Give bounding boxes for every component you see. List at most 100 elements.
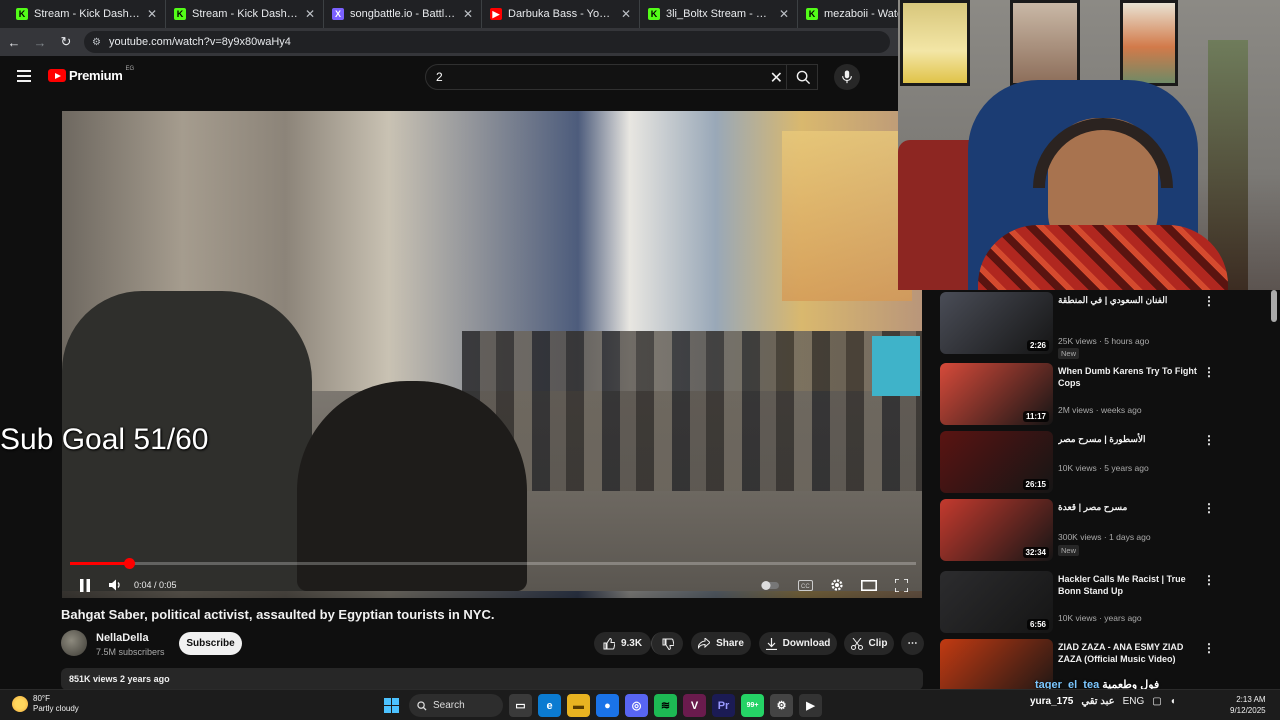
system-clock[interactable]: 2:13 AM 9/12/2025	[1230, 694, 1266, 716]
task-view-icon[interactable]: ▭	[509, 694, 532, 717]
download-button[interactable]: Download	[759, 632, 837, 655]
close-tab-icon[interactable]: ✕	[147, 7, 157, 21]
more-vertical-icon[interactable]: ⋮	[1203, 501, 1215, 515]
pause-button[interactable]	[76, 575, 94, 595]
recommendation-item[interactable]: 6:56 Hackler Calls Me Racist | True Bonn…	[940, 571, 1270, 635]
chrome-icon[interactable]: ●	[596, 694, 619, 717]
wall-poster	[900, 0, 970, 86]
youtube-icon: ▶	[490, 8, 502, 20]
discord-icon[interactable]: ◎	[625, 694, 648, 717]
theater-mode-button[interactable]	[860, 575, 878, 595]
video-thumbnail[interactable]: 32:34	[940, 499, 1053, 561]
taskbar-search[interactable]: Search	[409, 694, 503, 717]
like-button[interactable]: 9.3K	[594, 632, 651, 655]
streaming-app-icon[interactable]: V	[683, 694, 706, 717]
recommendation-title[interactable]: Hackler Calls Me Racist | True Bonn Stan…	[1058, 573, 1206, 597]
video-thumbnail[interactable]: 6:56	[940, 571, 1053, 633]
clear-search-icon[interactable]: ✕	[770, 68, 783, 88]
video-description-box[interactable]: 851K views 2 years ago	[61, 668, 923, 690]
recommendation-title[interactable]: الفنان السعودي | في المنطقة	[1058, 294, 1206, 306]
language-indicator[interactable]: ENG	[1123, 696, 1145, 707]
menu-icon[interactable]	[17, 70, 31, 82]
captions-button[interactable]: CC	[796, 575, 814, 595]
kick-icon: K	[174, 8, 186, 20]
whatsapp-icon[interactable]: 99+	[741, 694, 764, 717]
recommendation-item[interactable]: 26:15 الأسطورة | مسرح مصر 10K views · 5 …	[940, 431, 1270, 495]
thumbs-down-icon	[662, 638, 674, 650]
weather-widget[interactable]: 80°F Partly cloudy	[12, 694, 79, 714]
sidebar-scrollbar[interactable]	[1271, 290, 1277, 322]
more-vertical-icon[interactable]: ⋮	[1203, 573, 1215, 587]
recommendation-title[interactable]: ZIAD ZAZA - ANA ESMY ZIAD ZAZA (Official…	[1058, 641, 1206, 665]
sub-goal-overlay: Sub Goal 51/60	[0, 423, 209, 456]
video-player[interactable]: 0:04 / 0:05 CC	[62, 111, 922, 598]
settings-button[interactable]	[828, 575, 846, 595]
settings-app-icon[interactable]: ⚙	[770, 694, 793, 717]
browser-tab[interactable]: K Stream - Kick Dashboard ✕	[8, 0, 166, 28]
search-button[interactable]	[786, 64, 820, 90]
more-actions-button[interactable]: ⋯	[901, 632, 924, 655]
network-icon[interactable]: ▢	[1152, 696, 1161, 707]
youtube-logo[interactable]: Premium EG	[48, 66, 134, 83]
pause-icon	[80, 578, 90, 592]
share-button[interactable]: Share	[691, 632, 751, 655]
player-controls: 0:04 / 0:05 CC	[62, 572, 922, 598]
windows-start-icon[interactable]	[380, 694, 403, 717]
autoplay-toggle[interactable]	[760, 575, 780, 595]
subscribe-button[interactable]: Subscribe	[179, 632, 242, 655]
download-label: Download	[782, 638, 831, 649]
premiere-icon[interactable]: Pr	[712, 694, 735, 717]
volume-button[interactable]	[106, 575, 124, 595]
wall-poster	[1010, 0, 1080, 86]
recommendation-item[interactable]: 2:26 الفنان السعودي | في المنطقة 25K vie…	[940, 292, 1270, 359]
reload-icon[interactable]: ↻	[58, 34, 74, 50]
volume-tray-icon[interactable]: ◖	[1170, 696, 1176, 707]
progress-bar[interactable]	[70, 558, 916, 569]
close-tab-icon[interactable]: ✕	[305, 7, 315, 21]
screen: K Stream - Kick Dashboard ✕ K Stream - K…	[0, 0, 1280, 720]
video-thumbnail[interactable]: 26:15	[940, 431, 1053, 493]
browser-tab[interactable]: X songbattle.io - Battle Songs ag ✕	[324, 0, 482, 28]
video-thumbnail[interactable]: 11:17	[940, 363, 1053, 425]
more-vertical-icon[interactable]: ⋮	[1203, 641, 1215, 655]
clock-time: 2:13 AM	[1236, 695, 1266, 704]
edge-icon[interactable]: e	[538, 694, 561, 717]
dislike-button[interactable]	[651, 632, 683, 655]
close-tab-icon[interactable]: ✕	[779, 7, 789, 21]
channel-avatar[interactable]	[61, 630, 87, 656]
share-label: Share	[716, 638, 744, 649]
recommendation-item[interactable]: 32:34 مسرح مصر | قعدة 300K views · 1 day…	[940, 499, 1270, 563]
site-info-icon[interactable]: ⚙	[92, 37, 101, 48]
browser-tab[interactable]: K Stream - Kick Dashboard ✕	[166, 0, 324, 28]
video-thumbnail[interactable]: 2:26	[940, 292, 1053, 354]
file-explorer-icon[interactable]: ▬	[567, 694, 590, 717]
more-vertical-icon[interactable]: ⋮	[1203, 365, 1215, 379]
browser-tab[interactable]: K mezaboii - Watc	[798, 0, 898, 28]
recommendation-item[interactable]: 11:17 When Dumb Karens Try To Fight Cops…	[940, 363, 1270, 427]
youtube-icon	[48, 69, 66, 82]
clip-button[interactable]: Clip	[844, 632, 894, 655]
forward-icon[interactable]: →	[32, 34, 48, 50]
more-horizontal-icon: ⋯	[907, 638, 918, 649]
video-frame-crowd	[462, 331, 922, 491]
voice-search-button[interactable]	[834, 64, 860, 90]
subscriber-count: 7.5M subscribers	[96, 647, 165, 657]
browser-tab[interactable]: K 3li_Boltx Stream - Watch Live o ✕	[640, 0, 798, 28]
more-vertical-icon[interactable]: ⋮	[1203, 433, 1215, 447]
recommendation-title[interactable]: مسرح مصر | قعدة	[1058, 501, 1206, 513]
channel-name[interactable]: NellaDella	[96, 632, 149, 644]
more-vertical-icon[interactable]: ⋮	[1203, 294, 1215, 308]
close-tab-icon[interactable]: ✕	[621, 7, 631, 21]
recommendations-list: 2:26 الفنان السعودي | في المنطقة 25K vie…	[940, 290, 1280, 690]
media-player-icon[interactable]: ▶	[799, 694, 822, 717]
browser-tab[interactable]: ▶ Darbuka Bass - YouTube ✕	[482, 0, 640, 28]
close-tab-icon[interactable]: ✕	[463, 7, 473, 21]
youtube-header: Premium EG 2 ✕	[0, 56, 898, 98]
spotify-icon[interactable]: ≋	[654, 694, 677, 717]
recommendation-title[interactable]: When Dumb Karens Try To Fight Cops	[1058, 365, 1206, 389]
back-icon[interactable]: ←	[6, 34, 22, 50]
recommendation-title[interactable]: الأسطورة | مسرح مصر	[1058, 433, 1206, 445]
omnibox[interactable]: ⚙ youtube.com/watch?v=8y9x80waHy4	[84, 31, 890, 53]
fullscreen-button[interactable]	[892, 575, 910, 595]
search-input[interactable]: 2 ✕	[425, 64, 818, 90]
